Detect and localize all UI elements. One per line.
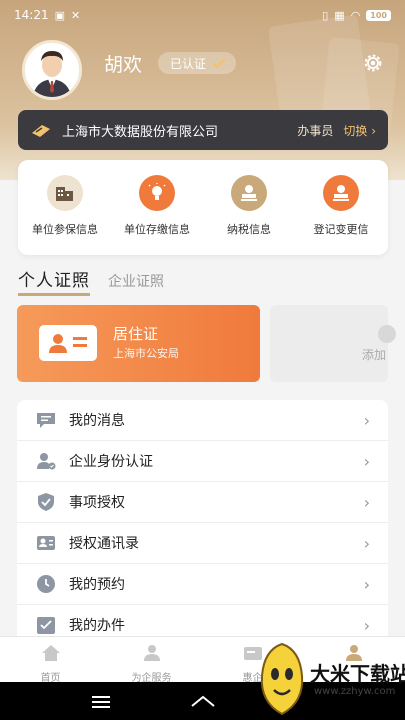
menu-label: 我的预约: [69, 577, 125, 593]
stamp-icon: [231, 175, 267, 211]
watermark-logo-icon: [260, 642, 304, 716]
tools-icon: ✕: [71, 8, 81, 22]
user-name: 胡欢: [104, 54, 143, 76]
add-certificate-label: 添加: [362, 348, 387, 362]
watermark-text: 大米下载站: [310, 662, 405, 686]
menu-label: 事项授权: [69, 495, 125, 511]
lightbulb-icon: [139, 175, 175, 211]
menu-item-appointments[interactable]: 我的预约 ›: [17, 564, 388, 605]
tab-enterprise-certificates[interactable]: 企业证照: [108, 271, 164, 296]
user-verify-icon: [35, 450, 57, 472]
status-bar: 14:21 ▣ ✕ ▯ ▦ ◠ 100: [0, 0, 405, 30]
id-card-icon: [39, 325, 97, 361]
menu-icon[interactable]: [92, 696, 110, 708]
home-gesture-icon[interactable]: [190, 694, 216, 708]
menu-item-authorization[interactable]: 事项授权 ›: [17, 482, 388, 523]
tab-home[interactable]: 首页: [0, 637, 101, 684]
add-icon: [378, 325, 396, 343]
certificate-card[interactable]: 居住证 上海市公安局: [17, 305, 260, 382]
service-label: 纳税信息: [227, 223, 271, 236]
shield-check-icon: [35, 491, 57, 513]
company-bar[interactable]: 上海市大数据股份有限公司 办事员 切换 ›: [18, 110, 388, 150]
service-item-social-insurance[interactable]: 单位参保信息: [20, 175, 110, 237]
watermark: 大米下载站 www.zzhyw.com: [252, 640, 405, 720]
menu-list: 我的消息 › 企业身份认证 › 事项授权 › 授权通讯录 › 我的预约 › 我的…: [17, 400, 388, 645]
home-icon: [41, 645, 60, 661]
chevron-right-icon: ›: [363, 574, 370, 594]
notification-icon: ▣: [54, 8, 65, 22]
menu-label: 授权通讯录: [69, 536, 139, 552]
company-role: 办事员: [297, 123, 334, 138]
menu-label: 我的办件: [69, 618, 125, 634]
menu-item-messages[interactable]: 我的消息 ›: [17, 400, 388, 441]
avatar[interactable]: [22, 40, 82, 100]
service-icon: [143, 645, 160, 661]
switch-company-button[interactable]: 切换 ›: [343, 122, 376, 139]
service-shortcuts: 单位参保信息 单位存缴信息 纳税信息 登记变更信: [18, 160, 388, 255]
check-icon: [212, 58, 226, 68]
menu-label: 我的消息: [69, 413, 125, 429]
user-avatar-icon: [25, 43, 79, 97]
message-icon: [35, 409, 57, 431]
status-time: 14:21: [14, 8, 49, 22]
chevron-right-icon: ›: [363, 410, 370, 430]
tab-enterprise-service[interactable]: 为企服务: [101, 637, 202, 684]
certificate-title: 居住证: [113, 325, 159, 343]
service-label: 单位存缴信息: [124, 223, 190, 236]
clock-icon: [35, 573, 57, 595]
sim-icon: ▦: [334, 8, 345, 22]
chevron-right-icon: ›: [363, 533, 370, 553]
company-name: 上海市大数据股份有限公司: [62, 124, 219, 140]
chevron-right-icon: ›: [363, 492, 370, 512]
chevron-right-icon: ›: [363, 451, 370, 471]
menu-item-enterprise-verification[interactable]: 企业身份认证 ›: [17, 441, 388, 482]
certificate-tabs: 个人证照 企业证照: [18, 268, 388, 296]
verified-badge: 已认证: [158, 52, 237, 74]
service-item-tax[interactable]: 纳税信息: [204, 175, 294, 237]
chevron-right-icon: ›: [363, 615, 370, 635]
certificate-issuer: 上海市公安局: [113, 347, 179, 360]
menu-label: 企业身份认证: [69, 454, 153, 470]
battery-icon: 100: [366, 9, 391, 21]
add-certificate-card[interactable]: 添加: [270, 305, 396, 382]
gear-icon[interactable]: [362, 52, 384, 74]
wifi-icon: ◠: [350, 8, 361, 22]
verified-label: 已认证: [170, 56, 207, 71]
watermark-url: www.zzhyw.com: [314, 686, 396, 697]
building-icon: [47, 175, 83, 211]
service-label: 登记变更信: [313, 223, 369, 236]
checklist-icon: [35, 614, 57, 636]
stamp-icon: [323, 175, 359, 211]
service-item-deposit[interactable]: 单位存缴信息: [112, 175, 202, 237]
vibrate-icon: ▯: [322, 8, 329, 22]
menu-item-authorized-contacts[interactable]: 授权通讯录 ›: [17, 523, 388, 564]
service-item-registration-change[interactable]: 登记变更信: [296, 175, 386, 237]
contacts-icon: [35, 532, 57, 554]
tab-personal-certificates[interactable]: 个人证照: [18, 266, 90, 296]
company-badge-icon: [32, 125, 50, 137]
service-label: 单位参保信息: [32, 223, 98, 236]
